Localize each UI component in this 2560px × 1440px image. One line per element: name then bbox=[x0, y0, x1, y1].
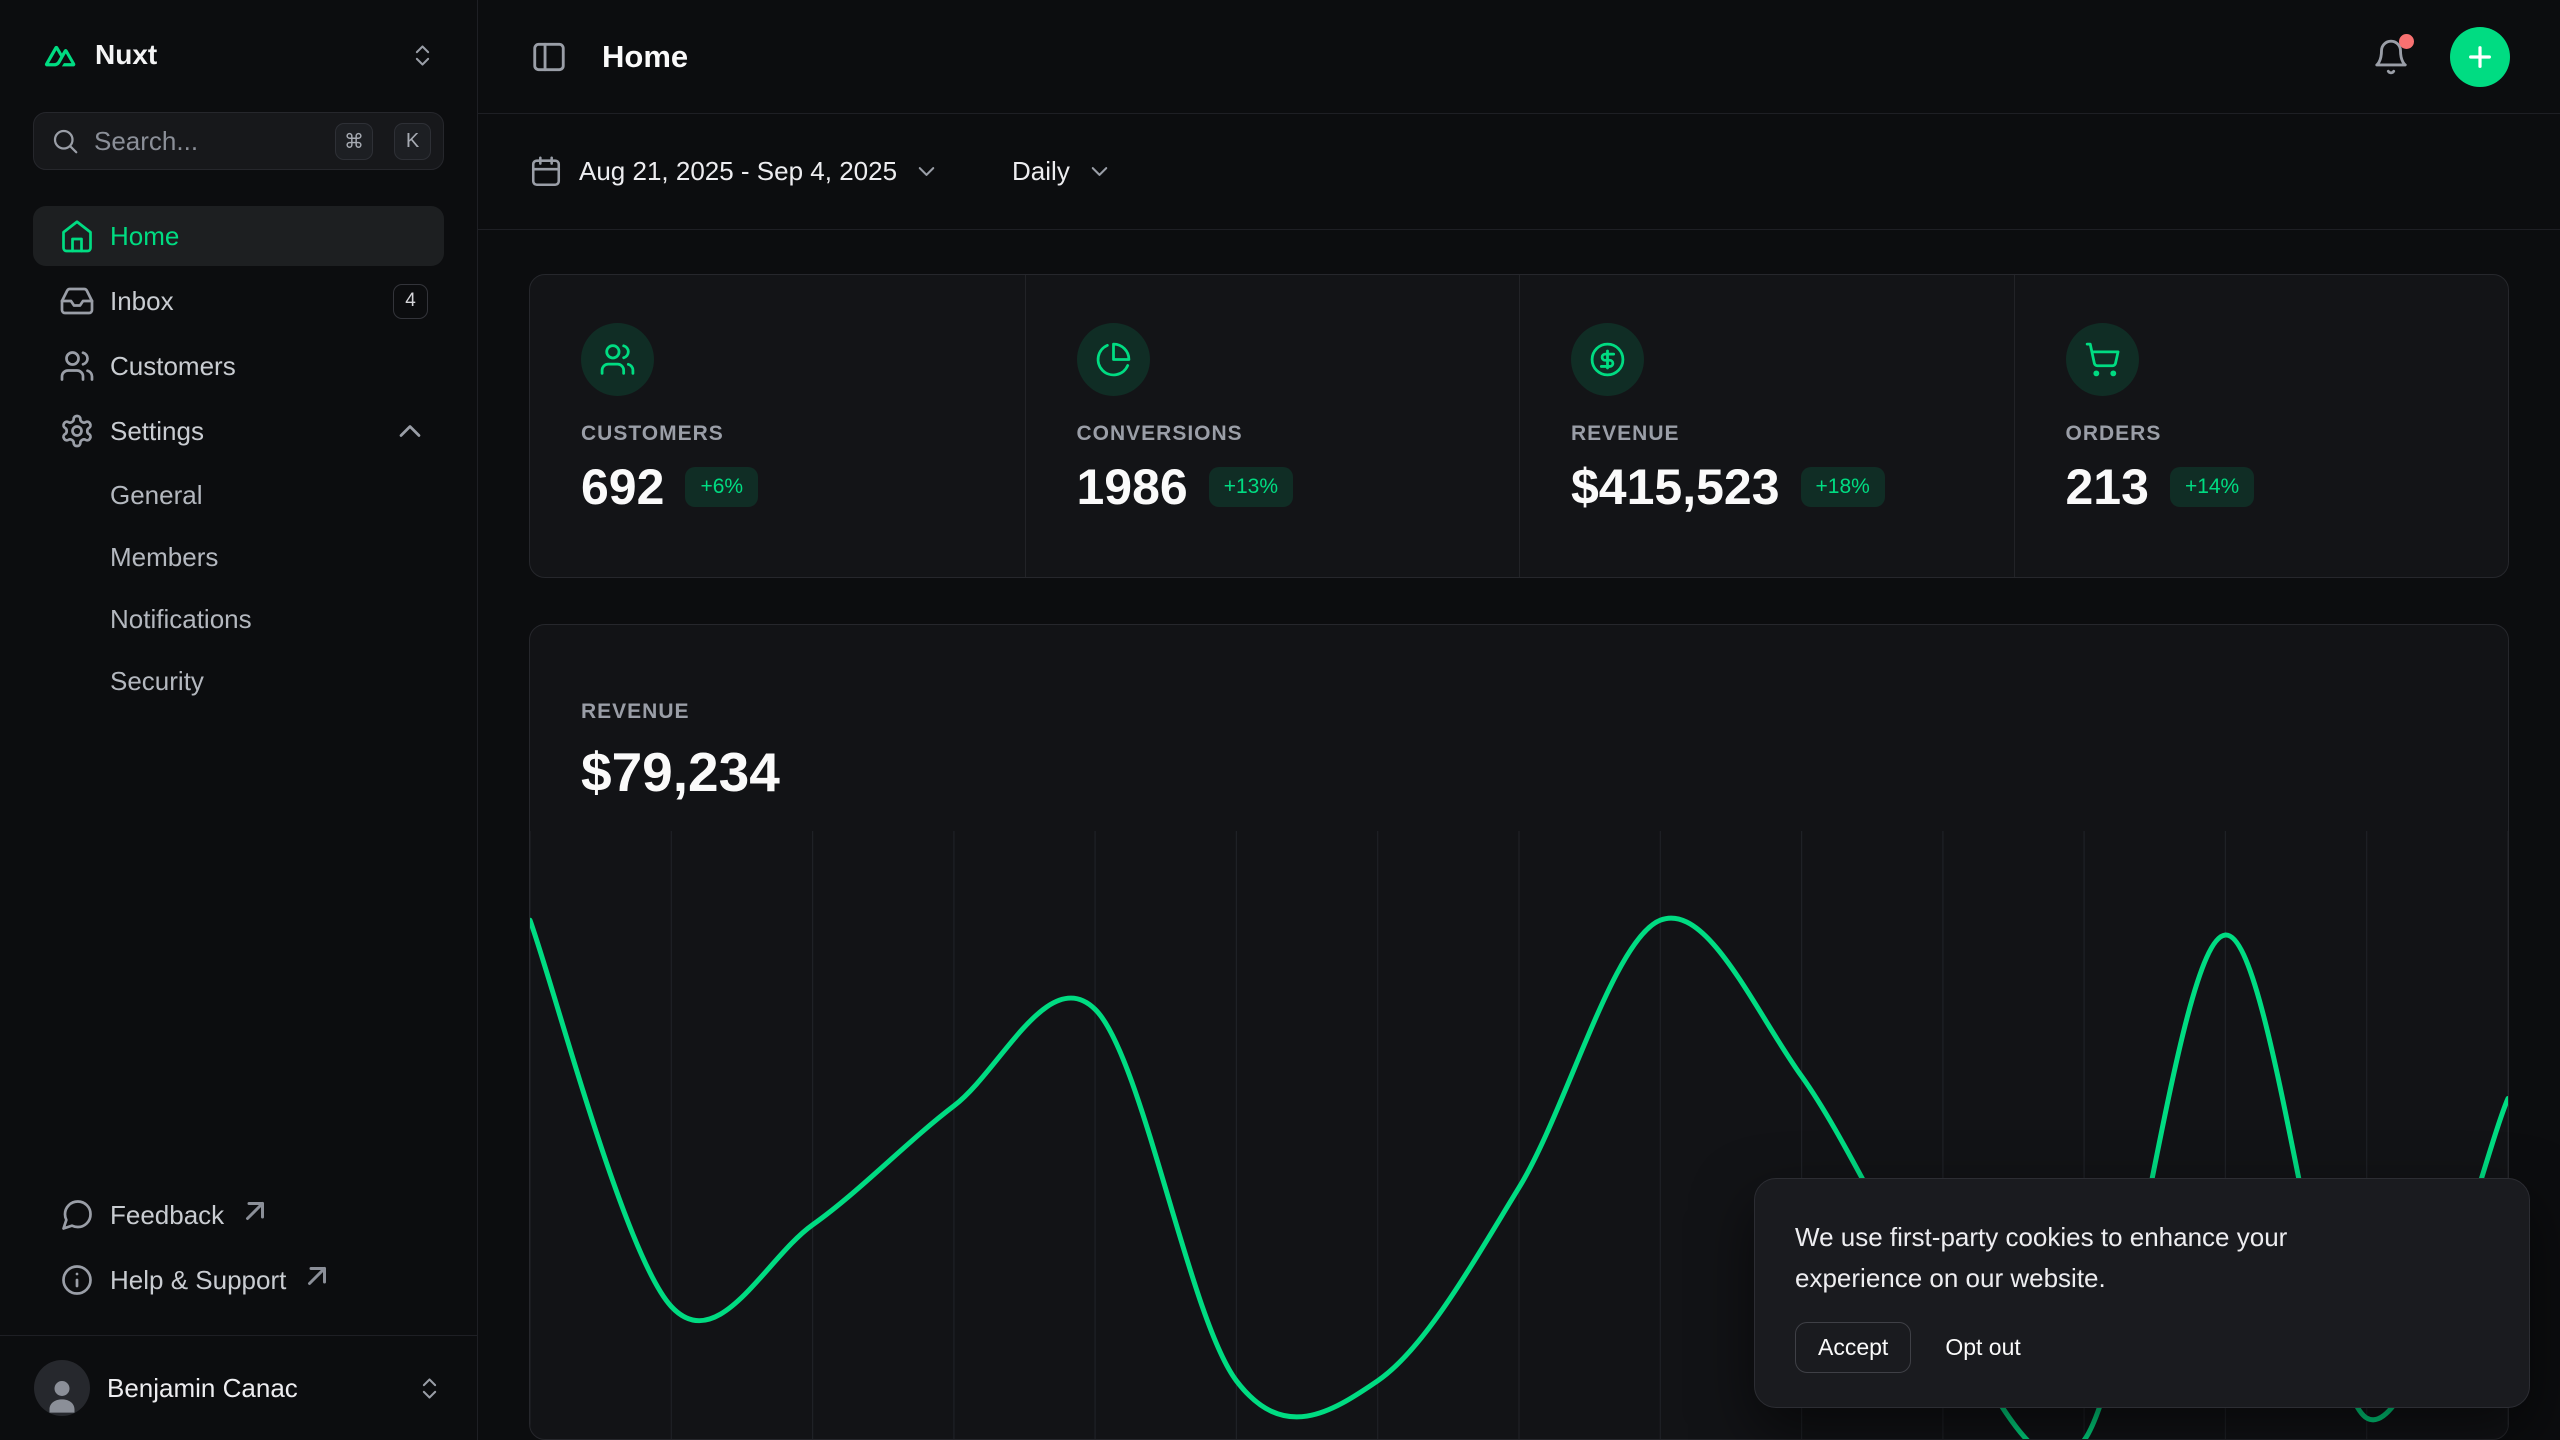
external-link-icon bbox=[299, 1258, 335, 1294]
nuxt-logo-icon bbox=[41, 36, 79, 74]
sidebar-item-label: Settings bbox=[110, 416, 204, 447]
user-section: Benjamin Canac bbox=[0, 1335, 477, 1440]
search-box[interactable]: ⌘ K bbox=[33, 112, 444, 170]
sidebar-item-settings[interactable]: Settings bbox=[33, 401, 444, 461]
sidebar-item-label: Customers bbox=[110, 351, 236, 382]
accept-button[interactable]: Accept bbox=[1795, 1322, 1911, 1373]
workspace-name: Nuxt bbox=[95, 39, 157, 71]
stat-delta-badge: +18% bbox=[1801, 467, 1885, 507]
stat-customers[interactable]: CUSTOMERS 692 +6% bbox=[530, 275, 1025, 577]
stat-revenue[interactable]: REVENUE $415,523 +18% bbox=[1519, 275, 2014, 577]
revenue-chart-label: REVENUE bbox=[581, 700, 2457, 724]
users-icon bbox=[581, 323, 654, 396]
users-icon bbox=[59, 348, 95, 384]
stat-label: REVENUE bbox=[1571, 422, 1963, 446]
inbox-icon bbox=[59, 283, 95, 319]
sidebar-item-members[interactable]: Members bbox=[33, 528, 444, 586]
stat-value: 213 bbox=[2066, 458, 2149, 516]
stat-label: CONVERSIONS bbox=[1077, 422, 1469, 446]
granularity-select[interactable]: Daily bbox=[1012, 156, 1113, 187]
app-root: Nuxt ⌘ K Home bbox=[0, 0, 2560, 1440]
panel-left-icon bbox=[530, 38, 568, 76]
stat-orders[interactable]: ORDERS 213 +14% bbox=[2014, 275, 2509, 577]
workspace-switcher[interactable]: Nuxt bbox=[33, 26, 444, 84]
stat-value: 1986 bbox=[1077, 458, 1188, 516]
settings-subnav: General Members Notifications Security bbox=[33, 466, 444, 714]
feedback-label: Feedback bbox=[110, 1200, 224, 1231]
sidebar: Nuxt ⌘ K Home bbox=[0, 0, 478, 1440]
chevron-down-icon bbox=[913, 158, 940, 185]
date-range-picker[interactable]: Aug 21, 2025 - Sep 4, 2025 bbox=[529, 155, 940, 189]
avatar bbox=[34, 1360, 90, 1416]
home-icon bbox=[59, 218, 95, 254]
calendar-icon bbox=[529, 155, 563, 189]
kbd-k: K bbox=[394, 123, 431, 160]
kbd-command: ⌘ bbox=[335, 123, 373, 160]
page-title: Home bbox=[602, 39, 688, 75]
granularity-label: Daily bbox=[1012, 156, 1070, 187]
notifications-button[interactable] bbox=[2362, 28, 2420, 86]
sidebar-item-notifications[interactable]: Notifications bbox=[33, 590, 444, 648]
stat-conversions[interactable]: CONVERSIONS 1986 +13% bbox=[1025, 275, 1520, 577]
help-support-label: Help & Support bbox=[110, 1265, 286, 1296]
add-button[interactable] bbox=[2450, 27, 2510, 87]
sidebar-nav: Home Inbox 4 Customers bbox=[33, 206, 444, 714]
stat-label: ORDERS bbox=[2066, 422, 2458, 446]
dollar-circle-icon bbox=[1571, 323, 1644, 396]
sidebar-item-inbox[interactable]: Inbox 4 bbox=[33, 271, 444, 331]
cookie-message: We use first-party cookies to enhance yo… bbox=[1795, 1217, 2395, 1298]
stats-card: CUSTOMERS 692 +6% CONVERSIONS 1986 +13% bbox=[529, 274, 2509, 578]
chat-bubble-icon bbox=[59, 1197, 95, 1233]
sidebar-toggle-button[interactable] bbox=[520, 28, 578, 86]
sidebar-item-security[interactable]: Security bbox=[33, 652, 444, 710]
filter-bar: Aug 21, 2025 - Sep 4, 2025 Daily bbox=[478, 114, 2560, 230]
inbox-count-badge: 4 bbox=[393, 284, 428, 319]
pie-chart-icon bbox=[1077, 323, 1150, 396]
sub-item-label: Members bbox=[110, 542, 218, 573]
search-icon bbox=[50, 126, 80, 156]
gear-icon bbox=[59, 413, 95, 449]
help-support-link[interactable]: Help & Support bbox=[33, 1250, 444, 1310]
sidebar-item-label: Inbox bbox=[110, 286, 174, 317]
notification-dot bbox=[2399, 34, 2414, 49]
stat-delta-badge: +13% bbox=[1209, 467, 1293, 507]
chevron-up-icon bbox=[392, 413, 428, 449]
sub-item-label: Notifications bbox=[110, 604, 252, 635]
stat-delta-badge: +14% bbox=[2170, 467, 2254, 507]
cart-icon bbox=[2066, 323, 2139, 396]
stat-value: $415,523 bbox=[1571, 458, 1780, 516]
sidebar-item-home[interactable]: Home bbox=[33, 206, 444, 266]
sidebar-spacer bbox=[33, 714, 444, 1185]
user-menu[interactable]: Benjamin Canac bbox=[20, 1350, 457, 1426]
sidebar-item-customers[interactable]: Customers bbox=[33, 336, 444, 396]
chevrons-up-down-icon bbox=[416, 1375, 443, 1402]
cookie-banner: We use first-party cookies to enhance yo… bbox=[1754, 1178, 2530, 1408]
user-name: Benjamin Canac bbox=[107, 1373, 298, 1404]
external-link-icon bbox=[237, 1193, 273, 1229]
sidebar-item-general[interactable]: General bbox=[33, 466, 444, 524]
info-circle-icon bbox=[59, 1262, 95, 1298]
sub-item-label: Security bbox=[110, 666, 204, 697]
date-range-label: Aug 21, 2025 - Sep 4, 2025 bbox=[579, 156, 897, 187]
search-input[interactable] bbox=[94, 126, 321, 157]
revenue-chart-value: $79,234 bbox=[581, 740, 2457, 804]
chevron-down-icon bbox=[1086, 158, 1113, 185]
sub-item-label: General bbox=[110, 480, 203, 511]
sidebar-item-label: Home bbox=[110, 221, 179, 252]
stat-delta-badge: +6% bbox=[685, 467, 758, 507]
plus-icon bbox=[2464, 41, 2496, 73]
feedback-link[interactable]: Feedback bbox=[33, 1185, 444, 1245]
page-header: Home bbox=[478, 0, 2560, 114]
stat-value: 692 bbox=[581, 458, 664, 516]
chevrons-up-down-icon bbox=[409, 42, 436, 69]
stat-label: CUSTOMERS bbox=[581, 422, 974, 446]
opt-out-button[interactable]: Opt out bbox=[1945, 1334, 2020, 1361]
